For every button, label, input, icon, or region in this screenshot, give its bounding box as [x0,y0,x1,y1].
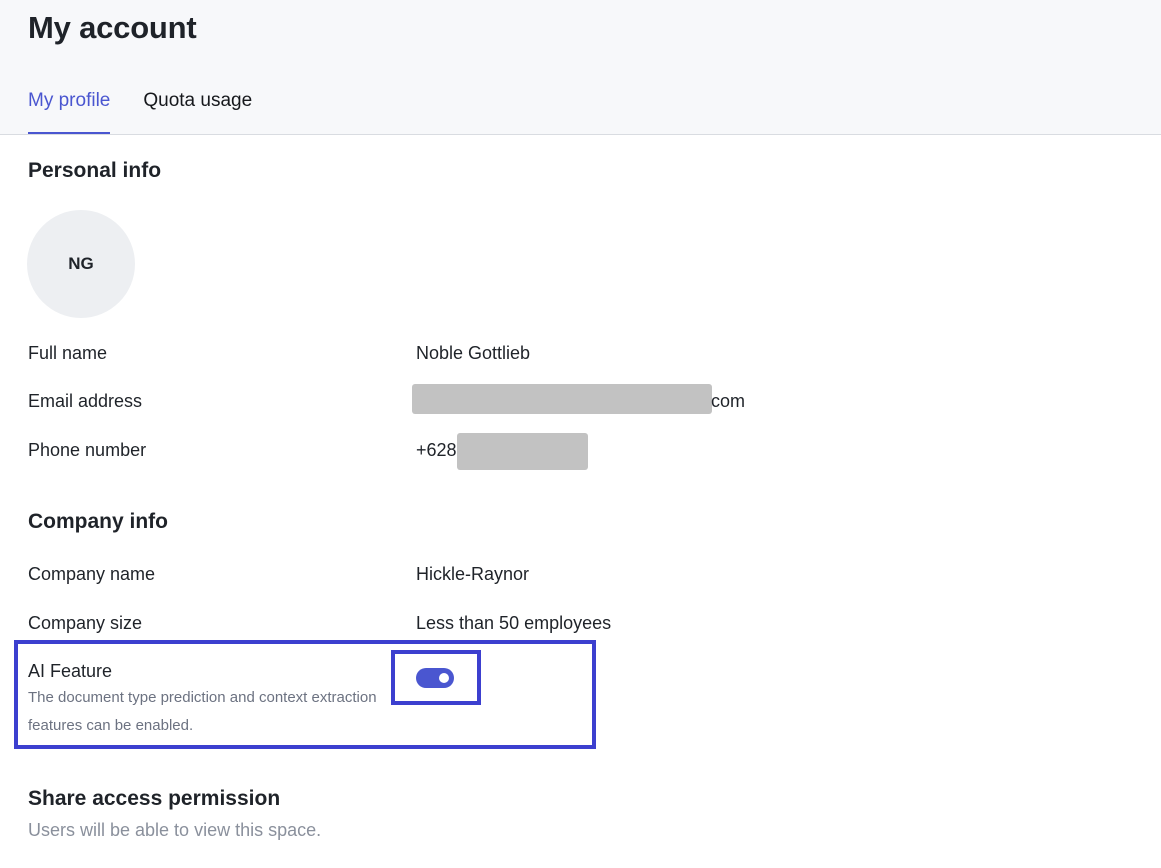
share-access-description: Users will be able to view this space. [28,820,322,840]
page-header: My account My profile Quota usage [0,0,1161,135]
ai-feature-description: The document type prediction and context… [28,689,377,734]
company-size-value: Less than 50 employees [416,613,612,633]
email-label: Email address [28,391,143,411]
page-title: My account [28,10,197,45]
company-info-heading: Company info [28,510,168,533]
tab-my-profile[interactable]: My profile [28,88,111,134]
email-value-suffix: com [711,391,746,411]
email-redaction [412,384,712,414]
toggle-knob [439,673,449,683]
personal-info-heading: Personal info [28,159,162,182]
ai-feature-label: AI Feature [28,661,113,681]
full-name-label: Full name [28,343,108,363]
company-name-label: Company name [28,564,156,584]
phone-label: Phone number [28,440,147,460]
share-access-heading: Share access permission [28,787,281,810]
phone-redaction [457,433,588,470]
company-size-label: Company size [28,613,143,633]
phone-value-prefix: +628 [416,440,457,460]
full-name-value: Noble Gottlieb [416,343,531,363]
avatar: NG [27,210,135,318]
tab-bar: My profile Quota usage [28,88,285,134]
company-name-value: Hickle-Raynor [416,564,530,584]
tab-quota-usage[interactable]: Quota usage [143,88,252,134]
ai-feature-toggle[interactable] [416,668,454,688]
